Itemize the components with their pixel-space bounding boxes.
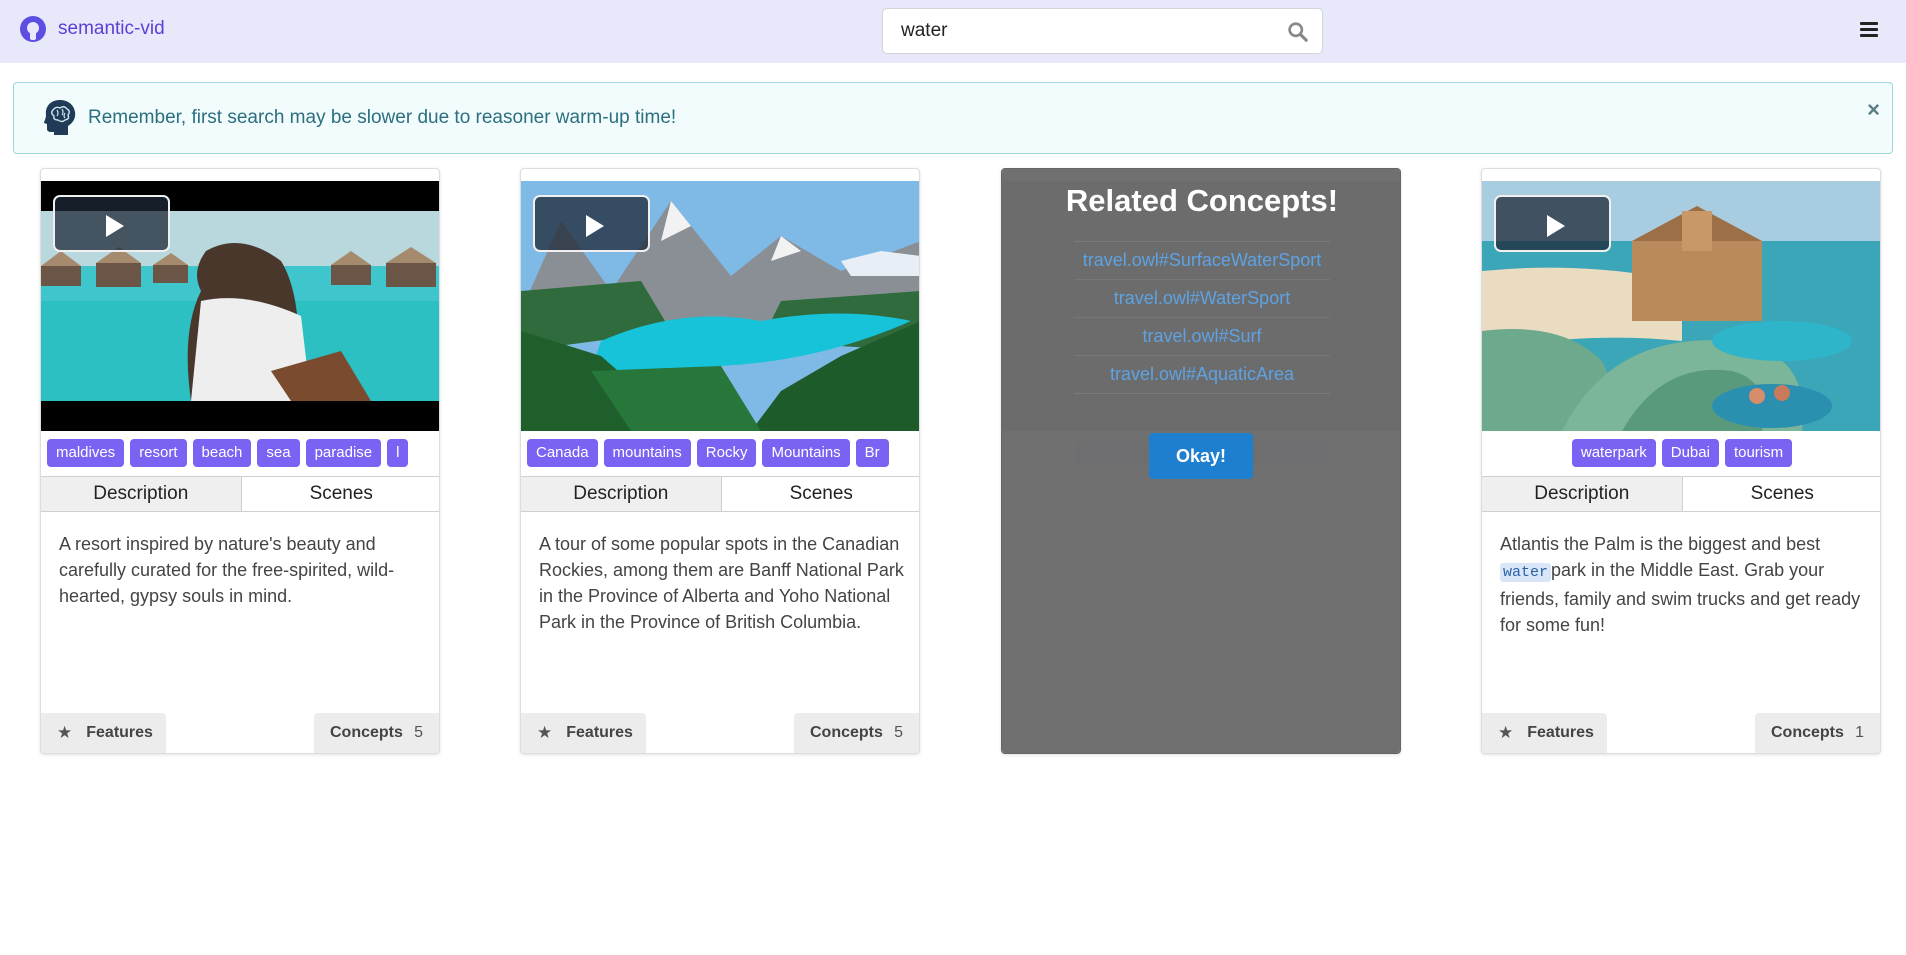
tag-list: Canada mountains Rocky Mountains Br [527,439,915,467]
brand-link[interactable]: semantic-vid [20,16,165,42]
card-tabs: Description Scenes [521,476,919,512]
features-button[interactable]: ★ Features [521,713,646,753]
highlighted-term: water [1500,563,1552,582]
tag[interactable]: Mountains [762,439,850,467]
concepts-label: Concepts [1771,724,1844,741]
tab-scenes[interactable]: Scenes [721,477,919,511]
okay-button[interactable]: Okay! [1149,433,1253,479]
tab-description[interactable]: Description [41,477,242,511]
tag-list: waterpark Dubai tourism [1488,439,1876,467]
video-thumbnail[interactable] [41,181,439,431]
concept-link[interactable]: travel.owl#SurfaceWaterSport [1074,242,1330,280]
star-icon: ★ [537,723,553,742]
tab-scenes[interactable]: Scenes [1682,477,1880,511]
related-concepts-list: travel.owl#SurfaceWaterSport travel.owl#… [1074,241,1330,394]
concepts-button[interactable]: Concepts 5 [314,713,439,753]
description-text: park in the Middle East. Grab your frien… [1500,560,1861,635]
tab-description[interactable]: Description [1482,477,1683,511]
concept-link[interactable]: travel.owl#Surf [1074,318,1330,356]
tag[interactable]: maldives [47,439,125,467]
star-icon: ★ [57,723,73,742]
brain-head-icon [44,100,76,135]
video-thumbnail[interactable] [1482,181,1880,431]
related-concepts-card: Related Concepts! travel.owl#SurfaceWate… [1001,168,1401,754]
concept-link[interactable]: travel.owl#AquaticArea [1074,356,1330,393]
features-label: Features [86,724,153,741]
tag[interactable]: l [387,439,409,467]
features-button[interactable]: ★ Features [41,713,166,753]
related-concepts-overlay: Related Concepts! travel.owl#SurfaceWate… [1002,169,1400,753]
github-icon [20,16,46,42]
card-tabs: Description Scenes [1482,476,1880,512]
tag[interactable]: tourism [1724,439,1793,467]
brand-name: semantic-vid [58,18,165,39]
video-card: Canada mountains Rocky Mountains Br Desc… [520,168,920,754]
concepts-button[interactable]: Concepts 5 [794,713,919,753]
search-box [882,8,1323,54]
close-icon[interactable]: × [1867,97,1880,123]
concepts-button[interactable]: Concepts 1 [1755,713,1880,753]
tag[interactable]: waterpark [1571,439,1656,467]
video-card: maldives resort beach sea paradise l Des… [40,168,440,754]
search-icon[interactable] [1287,21,1308,42]
notice-text: Remember, first search may be slower due… [88,107,677,128]
play-button[interactable] [533,195,650,252]
features-label: Features [566,724,633,741]
tag[interactable]: resort [130,439,187,467]
play-button[interactable] [53,195,170,252]
notice-banner: Remember, first search may be slower due… [13,82,1893,154]
tag-list: maldives resort beach sea paradise l [47,439,435,467]
overlay-title: Related Concepts! [1065,183,1339,218]
tag[interactable]: paradise [305,439,382,467]
play-button[interactable] [1494,195,1611,252]
concepts-label: Concepts [810,724,883,741]
video-card: waterpark Dubai tourism Description Scen… [1481,168,1881,754]
tag[interactable]: Canada [527,439,598,467]
concepts-count: 5 [894,724,903,741]
tag[interactable]: mountains [603,439,691,467]
search-input[interactable] [883,9,1263,53]
tag[interactable]: sea [257,439,300,467]
tag[interactable]: Dubai [1661,439,1719,467]
features-label: Features [1527,724,1594,741]
tab-scenes[interactable]: Scenes [241,477,439,511]
video-thumbnail[interactable] [521,181,919,431]
tag[interactable]: Br [855,439,889,467]
card-description: Atlantis the Palm is the biggest and bes… [1500,531,1866,638]
star-icon: ★ [1498,723,1514,742]
tag[interactable]: beach [192,439,252,467]
card-description: A resort inspired by nature's beauty and… [59,534,395,606]
description-text: Atlantis the Palm is the biggest and bes… [1500,534,1821,554]
card-description: A tour of some popular spots in the Cana… [539,534,904,632]
concepts-count: 5 [414,724,423,741]
concepts-label: Concepts [330,724,403,741]
concepts-count: 1 [1855,724,1864,741]
tag[interactable]: Rocky [696,439,757,467]
card-tabs: Description Scenes [41,476,439,512]
features-button[interactable]: ★ Features [1482,713,1607,753]
tab-description[interactable]: Description [521,477,722,511]
concept-link[interactable]: travel.owl#WaterSport [1074,280,1330,318]
hamburger-menu-icon[interactable] [1860,22,1878,38]
navbar: semantic-vid [0,0,1906,63]
